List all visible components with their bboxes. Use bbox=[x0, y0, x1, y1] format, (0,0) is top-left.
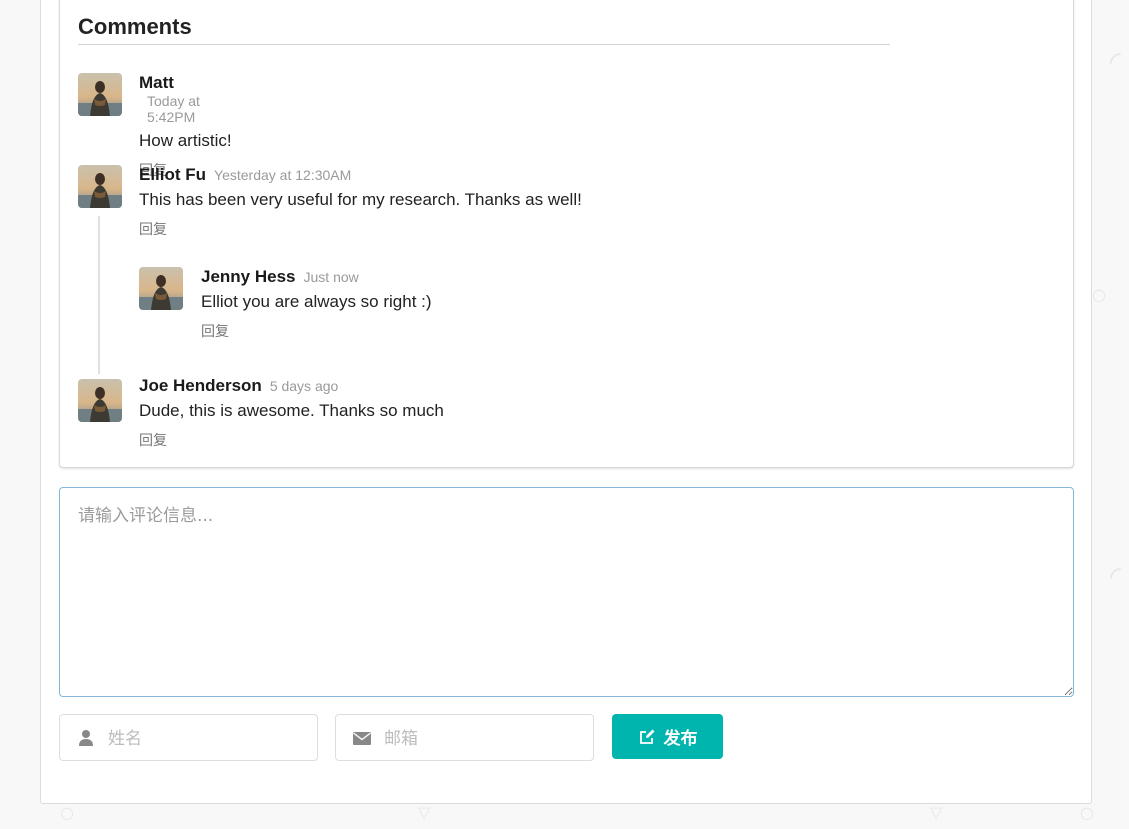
background-decoration: ○ bbox=[60, 803, 74, 822]
avatar-image bbox=[78, 73, 122, 116]
background-decoration: ◜ bbox=[1110, 45, 1121, 78]
email-input[interactable] bbox=[382, 715, 586, 762]
comment-time: 5 days ago bbox=[269, 378, 339, 394]
comment-time: Just now bbox=[303, 269, 359, 285]
comment-content: Joe Henderson 5 days ago Dude, this is aw… bbox=[139, 376, 444, 450]
background-decoration: ◜ bbox=[1110, 560, 1121, 593]
envelope-icon bbox=[353, 732, 371, 745]
avatar[interactable] bbox=[78, 165, 122, 208]
comment-content: Elliot Fu Yesterday at 12:30AM This has b… bbox=[139, 165, 582, 239]
comment-author[interactable]: Jenny Hess bbox=[201, 267, 296, 287]
comment-text: Dude, this is awesome. Thanks so much bbox=[139, 401, 444, 420]
avatar[interactable] bbox=[78, 73, 122, 116]
avatar[interactable] bbox=[78, 379, 122, 422]
avatar-image bbox=[78, 165, 122, 208]
comment-author[interactable]: Elliot Fu bbox=[139, 165, 206, 185]
reply-button[interactable]: 回复 bbox=[139, 219, 582, 239]
user-icon bbox=[79, 730, 93, 746]
comment-text: This has been very useful for my researc… bbox=[139, 190, 582, 209]
comment-author[interactable]: Matt bbox=[139, 73, 174, 93]
submit-label: 发布 bbox=[663, 729, 698, 749]
background-decoration: ▽ bbox=[930, 803, 943, 822]
submit-button[interactable]: 发布 bbox=[612, 714, 723, 759]
avatar-image bbox=[78, 379, 122, 422]
reply-button[interactable]: 回复 bbox=[139, 430, 444, 450]
name-field[interactable] bbox=[59, 714, 318, 762]
reply-button[interactable]: 回复 bbox=[201, 321, 432, 341]
comment-content: Jenny Hess Just now Elliot you are always… bbox=[201, 267, 432, 341]
reply-thread-line bbox=[98, 216, 100, 374]
avatar[interactable] bbox=[139, 267, 183, 310]
avatar-image bbox=[139, 267, 183, 310]
comment-time: Yesterday at 12:30AM bbox=[214, 167, 352, 183]
name-input[interactable] bbox=[106, 715, 310, 762]
comment-author[interactable]: Joe Henderson bbox=[139, 376, 262, 396]
comments-title: Comments bbox=[78, 14, 890, 45]
comment-textarea[interactable] bbox=[59, 487, 1074, 697]
comment-content: MattToday at 5:42PM How artistic! 回复 bbox=[139, 73, 232, 180]
email-field[interactable] bbox=[335, 714, 594, 762]
comment-text: Elliot you are always so right :) bbox=[201, 292, 432, 311]
background-decoration: ▽ bbox=[418, 803, 431, 822]
edit-icon bbox=[639, 729, 654, 744]
background-decoration: ○ bbox=[1092, 285, 1106, 304]
background-decoration: ○ bbox=[1080, 803, 1094, 822]
comment-text: How artistic! bbox=[139, 131, 232, 150]
comment-time: Today at 5:42PM bbox=[147, 93, 200, 125]
